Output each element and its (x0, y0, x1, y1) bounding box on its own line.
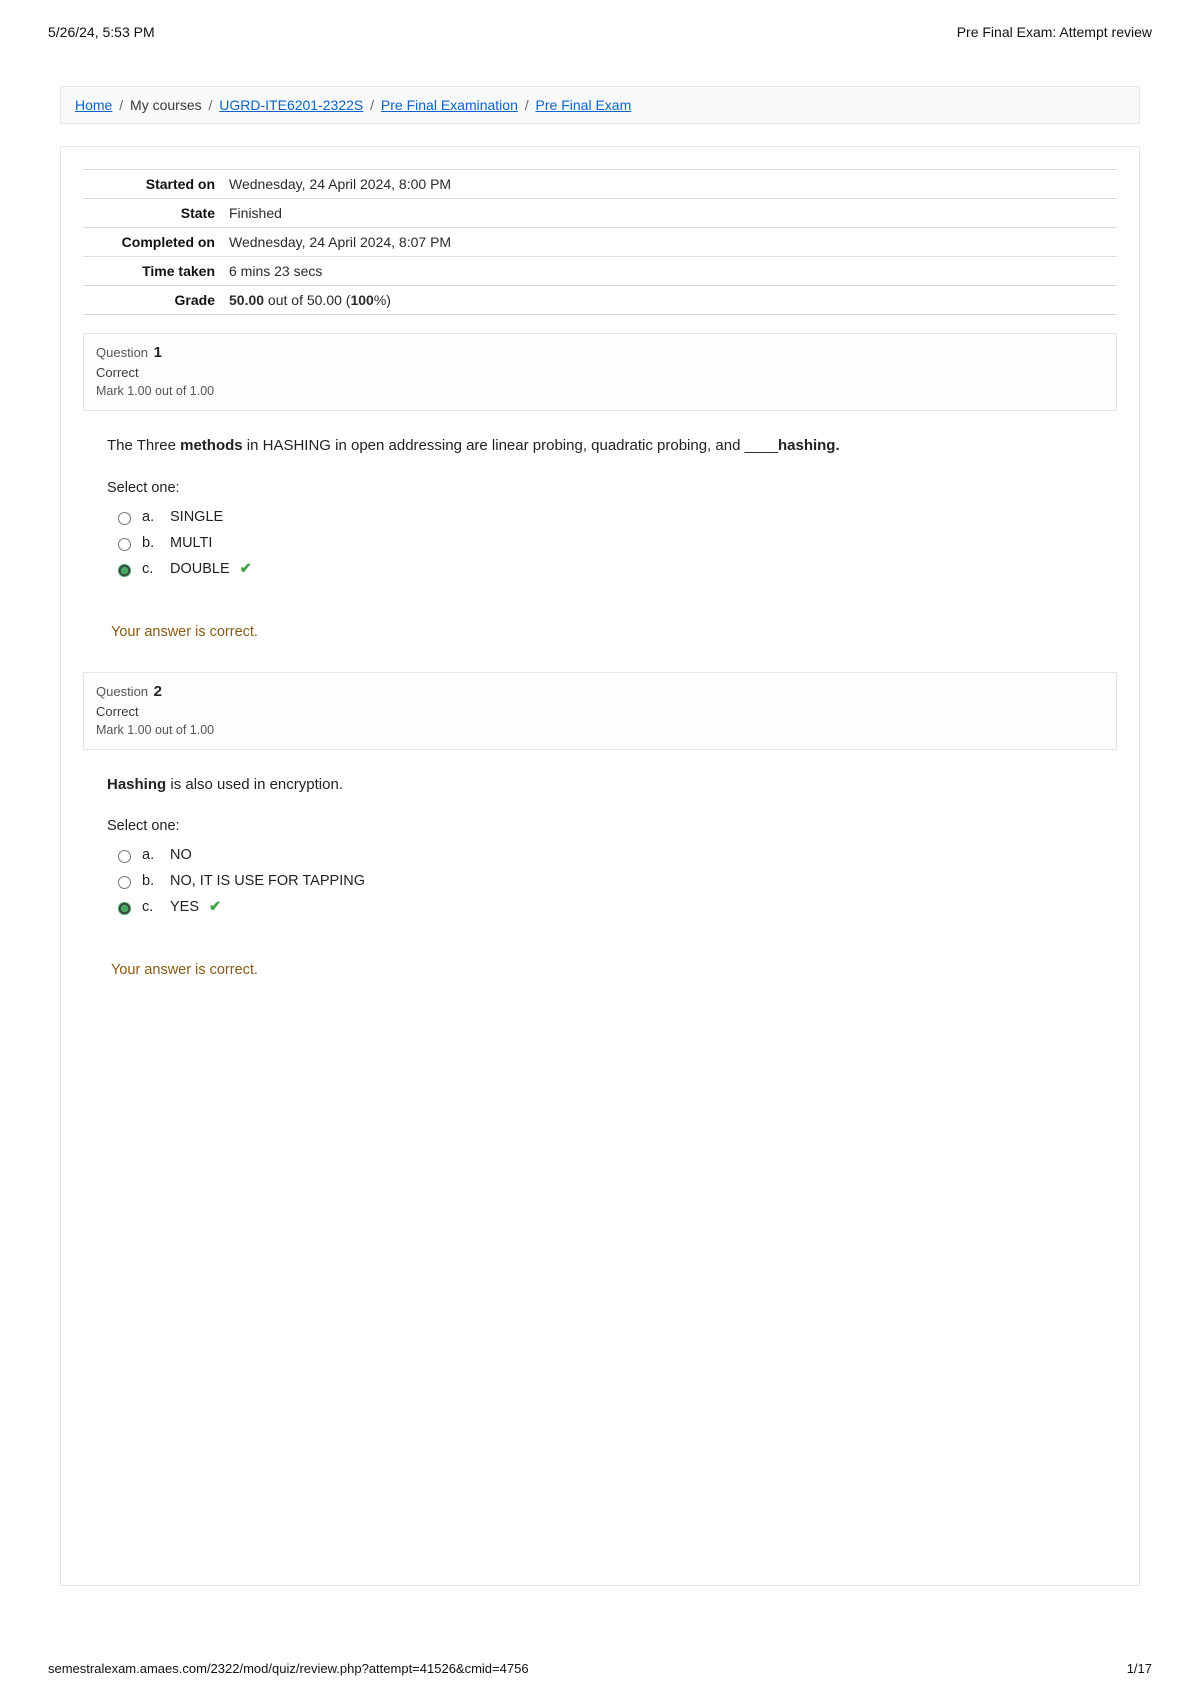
option-text: NO (170, 847, 192, 863)
q2-option-a[interactable]: a. NO (113, 842, 1107, 868)
grade-suffix: %) (374, 292, 391, 308)
q1-prompt-pre: The Three (107, 437, 180, 454)
select-one-label: Select one: (107, 480, 1107, 496)
q1-prompt-bold1: methods (180, 437, 243, 454)
question-body: The Three methods in HASHING in open add… (83, 411, 1117, 672)
summary-table: Started on Wednesday, 24 April 2024, 8:0… (83, 169, 1117, 315)
option-letter: a. (142, 847, 162, 863)
question-mark: Mark 1.00 out of 1.00 (96, 723, 1104, 737)
breadcrumb: Home / My courses / UGRD-ITE6201-2322S /… (60, 86, 1140, 124)
question-body: Hashing is also used in encryption. Sele… (83, 750, 1117, 1011)
question-label: Question (96, 684, 148, 699)
print-doc-title: Pre Final Exam: Attempt review (957, 24, 1152, 40)
question-header: Question 2 Correct Mark 1.00 out of 1.00 (83, 672, 1117, 750)
print-header: 5/26/24, 5:53 PM Pre Final Exam: Attempt… (0, 0, 1200, 46)
footer-page-num: 1/17 (1127, 1661, 1152, 1676)
option-text: DOUBLE (170, 561, 230, 577)
breadcrumb-sep: / (367, 97, 377, 113)
q2-radio-b[interactable] (118, 876, 131, 889)
question-number: 1 (154, 344, 162, 361)
grade-score: 50.00 (229, 292, 264, 308)
print-footer: semestralexam.amaes.com/2322/mod/quiz/re… (0, 1661, 1200, 1676)
breadcrumb-course[interactable]: UGRD-ITE6201-2322S (219, 97, 363, 113)
option-letter: c. (142, 561, 162, 577)
summary-value-started: Wednesday, 24 April 2024, 8:00 PM (225, 170, 1117, 199)
breadcrumb-home[interactable]: Home (75, 97, 112, 113)
question-state: Correct (96, 704, 1104, 719)
summary-label-grade: Grade (83, 286, 225, 315)
q1-option-c[interactable]: c. DOUBLE ✔ (113, 556, 1107, 582)
q1-radio-b[interactable] (118, 538, 131, 551)
print-datetime: 5/26/24, 5:53 PM (48, 24, 155, 40)
summary-value-grade: 50.00 out of 50.00 (100%) (225, 286, 1117, 315)
summary-value-state: Finished (225, 199, 1117, 228)
check-icon: ✔ (209, 899, 221, 915)
summary-label-completed: Completed on (83, 228, 225, 257)
footer-url: semestralexam.amaes.com/2322/mod/quiz/re… (48, 1661, 529, 1676)
option-text: SINGLE (170, 509, 223, 525)
check-icon: ✔ (240, 561, 252, 577)
feedback-correct: Your answer is correct. (111, 962, 1107, 978)
summary-value-time: 6 mins 23 secs (225, 257, 1117, 286)
question-number: 2 (154, 683, 162, 700)
option-text: MULTI (170, 535, 212, 551)
option-text: NO, IT IS USE FOR TAPPING (170, 873, 365, 889)
feedback-correct: Your answer is correct. (111, 624, 1107, 640)
q1-prompt-bold2: hashing. (778, 437, 840, 454)
question-state: Correct (96, 365, 1104, 380)
option-letter: b. (142, 535, 162, 551)
review-content: Started on Wednesday, 24 April 2024, 8:0… (60, 146, 1140, 1586)
breadcrumb-sep: / (206, 97, 216, 113)
q2-radio-c[interactable] (118, 902, 131, 915)
breadcrumb-sep: / (116, 97, 126, 113)
question-label: Question (96, 345, 148, 360)
q2-radio-a[interactable] (118, 850, 131, 863)
q1-radio-c[interactable] (118, 564, 131, 577)
q1-option-a[interactable]: a. SINGLE (113, 504, 1107, 530)
question-prompt: The Three methods in HASHING in open add… (107, 435, 1107, 458)
select-one-label: Select one: (107, 818, 1107, 834)
q2-option-c[interactable]: c. YES ✔ (113, 894, 1107, 920)
question-header: Question 1 Correct Mark 1.00 out of 1.00 (83, 333, 1117, 411)
option-letter: b. (142, 873, 162, 889)
question-prompt: Hashing is also used in encryption. (107, 774, 1107, 797)
q1-prompt-mid: in HASHING in open addressing are linear… (243, 437, 778, 454)
option-letter: c. (142, 899, 162, 915)
summary-label-time: Time taken (83, 257, 225, 286)
summary-value-completed: Wednesday, 24 April 2024, 8:07 PM (225, 228, 1117, 257)
breadcrumb-item[interactable]: Pre Final Exam (536, 97, 632, 113)
breadcrumb-mycourses: My courses (130, 97, 202, 113)
q2-prompt-bold: Hashing (107, 776, 166, 793)
question-mark: Mark 1.00 out of 1.00 (96, 384, 1104, 398)
q1-option-b[interactable]: b. MULTI (113, 530, 1107, 556)
breadcrumb-section[interactable]: Pre Final Examination (381, 97, 518, 113)
summary-label-state: State (83, 199, 225, 228)
q1-radio-a[interactable] (118, 512, 131, 525)
option-text: YES (170, 899, 199, 915)
grade-mid: out of 50.00 ( (264, 292, 350, 308)
breadcrumb-sep: / (522, 97, 532, 113)
option-letter: a. (142, 509, 162, 525)
grade-pct: 100 (350, 292, 373, 308)
summary-label-started: Started on (83, 170, 225, 199)
q2-option-b[interactable]: b. NO, IT IS USE FOR TAPPING (113, 868, 1107, 894)
q2-prompt-rest: is also used in encryption. (166, 776, 343, 793)
